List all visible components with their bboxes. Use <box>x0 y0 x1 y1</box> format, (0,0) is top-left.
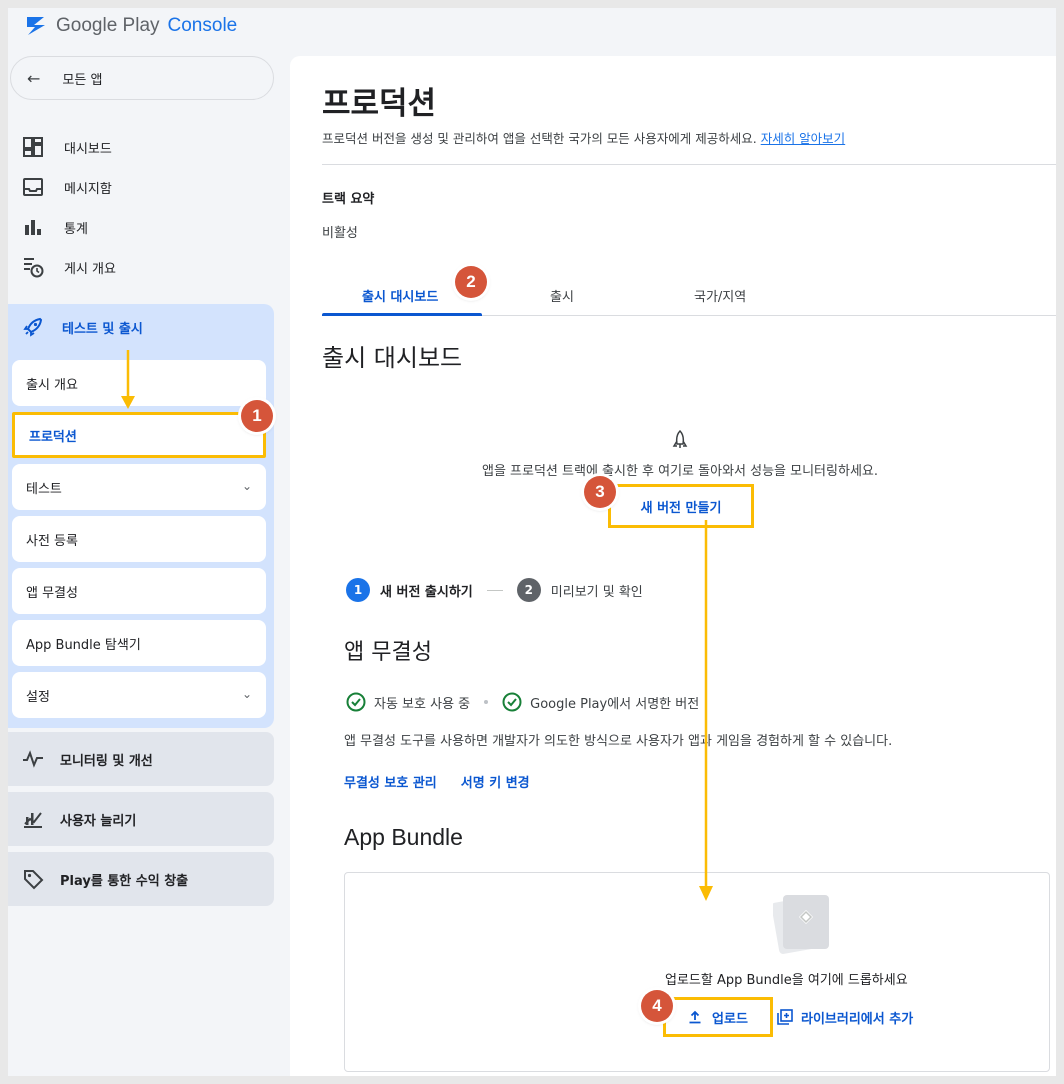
divider <box>322 164 1056 165</box>
upload-label: 업로드 <box>712 1011 748 1027</box>
sidebar-item-testing[interactable]: 테스트 ⌄ <box>12 464 266 510</box>
sidebar-item-publishing-overview[interactable]: 게시 개요 <box>22 253 116 281</box>
upload-icon <box>689 1010 701 1024</box>
app-integrity-title: 앱 무결성 <box>344 640 432 665</box>
sidebar-item-label: 메시지함 <box>64 181 112 197</box>
sidebar-item-test-and-release[interactable]: 테스트 및 출시 <box>22 316 143 338</box>
rocket-icon <box>23 317 43 337</box>
page-description: 프로덕션 버전을 생성 및 관리하여 앱을 선택한 국가의 모든 사용자에게 제… <box>322 128 845 147</box>
sidebar-item-label: App Bundle 탐색기 <box>26 637 141 653</box>
brand[interactable]: Google Play Console <box>24 12 237 40</box>
app-bundle-drop-zone[interactable]: 업로드할 App Bundle을 여기에 드롭하세요 업로드 라이브러리에서 추… <box>344 872 1050 1072</box>
sidebar-item-monitoring[interactable]: 모니터링 및 개선 <box>8 732 274 786</box>
sidebar-item-label: 사전 등록 <box>26 533 78 549</box>
change-signing-key-link[interactable]: 서명 키 변경 <box>461 772 530 791</box>
track-status: 비활성 <box>322 226 358 241</box>
sidebar-item-label: 출시 개요 <box>26 377 78 393</box>
drop-zone-text: 업로드할 App Bundle을 여기에 드롭하세요 <box>665 973 908 988</box>
learn-more-link[interactable]: 자세히 알아보기 <box>761 131 845 146</box>
manage-integrity-link[interactable]: 무결성 보호 관리 <box>344 772 437 791</box>
sidebar-item-pre-registration[interactable]: 사전 등록 <box>12 516 266 562</box>
step-label: 미리보기 및 확인 <box>550 584 643 600</box>
sidebar-item-settings[interactable]: 설정 ⌄ <box>12 672 266 718</box>
integrity-description: 앱 무결성 도구를 사용하면 개발자가 의도한 방식으로 사용자가 앱과 게임을… <box>344 734 893 749</box>
main-content: 프로덕션 프로덕션 버전을 생성 및 관리하여 앱을 선택한 국가의 모든 사용… <box>290 56 1056 1076</box>
all-apps-button[interactable]: ← 모든 앱 <box>10 56 274 100</box>
upload-button[interactable]: 업로드 <box>663 997 773 1037</box>
sidebar-item-app-integrity[interactable]: 앱 무결성 <box>12 568 266 614</box>
check-circle-icon <box>502 692 522 712</box>
chevron-down-icon: ⌄ <box>241 479 252 493</box>
integrity-check-label: Google Play에서 서명한 버전 <box>530 696 700 712</box>
tag-icon <box>24 870 44 890</box>
sidebar-item-inbox[interactable]: 메시지함 <box>22 173 112 201</box>
sidebar-item-label: Play를 통한 수익 창출 <box>60 873 189 889</box>
page-description-text: 프로덕션 버전을 생성 및 관리하여 앱을 선택한 국가의 모든 사용자에게 제… <box>322 131 757 146</box>
step-number: 2 <box>516 578 541 602</box>
create-new-release-button[interactable]: 새 버전 만들기 <box>608 484 754 528</box>
sidebar-item-label: 통계 <box>64 221 88 237</box>
sidebar-item-label: 테스트 <box>26 481 62 497</box>
sidebar-item-label: 대시보드 <box>64 141 112 157</box>
add-from-library-label: 라이브러리에서 추가 <box>801 1011 914 1027</box>
sidebar-item-app-bundle-explorer[interactable]: App Bundle 탐색기 <box>12 620 266 666</box>
sidebar-item-label: 사용자 늘리기 <box>60 813 137 829</box>
sidebar-item-label: 모니터링 및 개선 <box>60 753 153 769</box>
brand-console: Console <box>167 15 238 36</box>
step-number: 1 <box>346 578 370 602</box>
inbox-icon <box>22 176 44 198</box>
annotation-badge: 4 <box>641 990 673 1022</box>
annotation-badge: 1 <box>241 400 273 432</box>
annotation-badge: 2 <box>455 266 487 298</box>
dashboard-icon <box>22 136 44 158</box>
tab-releases[interactable]: 출시 <box>550 286 574 305</box>
separator-dot <box>484 700 489 704</box>
all-apps-label: 모든 앱 <box>62 72 103 88</box>
sidebar-item-grow-users[interactable]: 사용자 늘리기 <box>8 792 274 846</box>
check-circle-icon <box>346 692 366 712</box>
annotation-badge: 3 <box>584 476 616 508</box>
release-steps: 1 새 버전 출시하기 2 미리보기 및 확인 <box>346 578 643 602</box>
sidebar-item-monetize[interactable]: Play를 통한 수익 창출 <box>8 852 274 906</box>
test-and-release-section: 테스트 및 출시 출시 개요 프로덕션 테스트 ⌄ 사전 등록 앱 무결성 Ap… <box>8 304 274 728</box>
section-title: 출시 대시보드 <box>322 344 463 372</box>
sidebar-item-dashboard[interactable]: 대시보드 <box>22 133 112 161</box>
add-from-library-button[interactable]: 라이브러리에서 추가 <box>777 1003 913 1031</box>
track-summary-label: 트랙 요약 <box>322 192 375 207</box>
step-label: 새 버전 출시하기 <box>380 584 473 600</box>
sidebar-item-label: 앱 무결성 <box>26 585 78 601</box>
integrity-checks: 자동 보호 사용 중 Google Play에서 서명한 버전 <box>346 692 699 712</box>
bar-chart-icon <box>22 216 44 238</box>
tab-countries[interactable]: 국가/지역 <box>694 286 746 305</box>
app-bundle-title: App Bundle <box>344 824 463 850</box>
monitoring-icon <box>23 750 43 768</box>
integrity-links: 무결성 보호 관리 서명 키 변경 <box>344 772 530 791</box>
section-label: 테스트 및 출시 <box>62 321 143 337</box>
app-bundle-file-icon <box>773 895 829 954</box>
sidebar-item-label: 게시 개요 <box>64 261 116 277</box>
step-connector <box>486 589 503 591</box>
chevron-down-icon: ⌄ <box>241 687 252 701</box>
rocket-outline-icon <box>672 430 688 448</box>
active-tab-indicator <box>322 313 482 316</box>
sidebar-item-production[interactable]: 프로덕션 <box>12 412 266 458</box>
arrow-back-icon: ← <box>27 68 41 88</box>
app-window: Google Play Console ← 모든 앱 대시보드 메시지함 통계 … <box>8 8 1056 1076</box>
library-add-icon <box>777 1009 793 1025</box>
sidebar-item-label: 프로덕션 <box>29 429 77 445</box>
integrity-check-label: 자동 보호 사용 중 <box>374 696 471 712</box>
sidebar-item-label: 설정 <box>26 689 50 705</box>
sidebar-item-statistics[interactable]: 통계 <box>22 213 88 241</box>
grow-users-icon <box>24 812 42 828</box>
tab-bar: 출시 대시보드 출시 국가/지역 <box>322 270 1056 316</box>
empty-state-text: 앱을 프로덕션 트랙에 출시한 후 여기로 돌아와서 성능을 모니터링하세요. <box>482 464 878 479</box>
publishing-overview-icon <box>22 256 44 278</box>
play-console-logo-icon <box>27 17 45 35</box>
brand-google: Google Play <box>56 15 160 36</box>
tab-release-dashboard[interactable]: 출시 대시보드 <box>362 286 438 305</box>
sidebar-item-release-overview[interactable]: 출시 개요 <box>12 360 266 406</box>
page-title: 프로덕션 <box>322 86 437 122</box>
